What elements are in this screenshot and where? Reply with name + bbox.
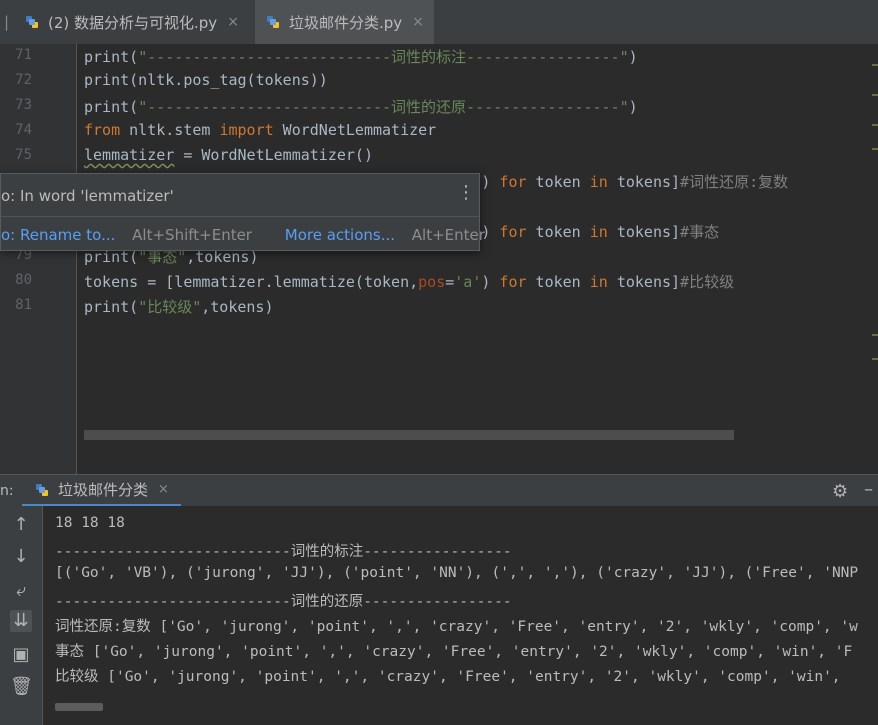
rename-action-link[interactable]: o: Rename to... [1, 226, 115, 244]
soft-wrap-icon[interactable]: ⤶ [10, 580, 32, 602]
gear-icon[interactable]: ⚙ [832, 481, 848, 502]
close-icon[interactable]: × [227, 14, 239, 30]
more-actions-shortcut: Alt+Enter [411, 226, 485, 244]
console-line: 18 18 18 [55, 515, 125, 531]
code-line[interactable]: from nltk.stem import WordNetLemmatizer [84, 121, 436, 139]
scroll-to-end-icon[interactable]: ⇊ [10, 610, 32, 632]
rename-shortcut: Alt+Shift+Enter [132, 226, 252, 244]
tab-label: 垃圾邮件分类.py [289, 13, 403, 32]
tab-data-analysis[interactable]: (2) 数据分析与可视化.py × [14, 0, 249, 44]
code-line[interactable]: print("比较级",tokens) [84, 296, 274, 317]
console-line: ---------------------------词性的标注--------… [55, 544, 512, 560]
line-number: 71 [15, 47, 32, 63]
print-icon[interactable]: ▣ [10, 644, 32, 666]
arrow-up-icon[interactable]: ↑ [10, 514, 32, 536]
console-line: ---------------------------词性的还原--------… [55, 594, 512, 610]
python-file-icon [267, 16, 279, 28]
more-options-icon[interactable]: ⋮ [457, 182, 475, 203]
run-tab[interactable]: 垃圾邮件分类 × [22, 475, 181, 507]
line-number: 75 [15, 147, 32, 163]
popup-divider [1, 216, 479, 217]
code-editor[interactable]: 71 print("---------------------------词性的标… [0, 44, 878, 474]
intention-popup: o: In word 'lemmatizer' ⋮ o: Rename to..… [0, 173, 485, 251]
error-stripe[interactable] [868, 44, 878, 474]
popup-actions: o: Rename to... Alt+Shift+Enter More act… [1, 226, 485, 244]
arrow-down-icon[interactable]: ↓ [10, 546, 32, 568]
editor-tab-bar: | (2) 数据分析与可视化.py × 垃圾邮件分类.py × [0, 0, 878, 45]
more-actions-link[interactable]: More actions... [285, 226, 395, 244]
run-console-output[interactable]: ['I', 'me', 'my', 'myself', 'we', 'our',… [43, 506, 878, 725]
run-tool-window-header: n: 垃圾邮件分类 × ⚙ – [0, 474, 878, 507]
code-line[interactable]: print("---------------------------词性的标注-… [84, 46, 638, 67]
horizontal-scrollbar[interactable] [84, 430, 734, 440]
console-line: 词性还原:复数 ['Go', 'jurong', 'point', ',', '… [55, 619, 858, 635]
console-line: 事态 ['Go', 'jurong', 'point', ',', 'crazy… [55, 644, 853, 660]
code-line[interactable]: tokens = [lemmatizer.lemmatize(token,pos… [84, 271, 734, 292]
line-number: 74 [15, 122, 32, 138]
python-icon [36, 483, 48, 496]
line-number: 81 [15, 297, 32, 313]
code-line[interactable]: print("---------------------------词性的还原-… [84, 96, 638, 117]
tab-label: (2) 数据分析与可视化.py [48, 13, 218, 32]
tab-spam-classification[interactable]: 垃圾邮件分类.py × [255, 0, 434, 44]
run-tab-label: 垃圾邮件分类 [58, 481, 149, 499]
line-number: 73 [15, 97, 32, 113]
code-line[interactable]: print(nltk.pos_tag(tokens)) [84, 71, 328, 89]
tab-bar-edge: | [4, 13, 10, 31]
console-line: 比较级 ['Go', 'jurong', 'point', ',', 'craz… [55, 669, 850, 685]
popup-message: o: In word 'lemmatizer' [1, 187, 174, 205]
close-icon[interactable]: × [158, 482, 169, 497]
console-horizontal-scrollbar[interactable] [55, 703, 103, 711]
console-line: [('Go', 'VB'), ('jurong', 'JJ'), ('point… [55, 565, 859, 581]
line-number: 80 [15, 272, 32, 288]
line-number: 72 [15, 72, 32, 88]
python-file-icon [26, 16, 38, 28]
code-line[interactable]: lemmatizer = WordNetLemmatizer() [84, 146, 373, 164]
close-icon[interactable]: × [412, 14, 424, 30]
run-label: n: [0, 483, 14, 499]
trash-icon[interactable]: 🗑 [10, 676, 33, 698]
run-toolbar: ↑ ↓ ⤶ ⇊ ▣ 🗑 [0, 506, 43, 725]
minimize-icon[interactable]: – [864, 479, 873, 500]
